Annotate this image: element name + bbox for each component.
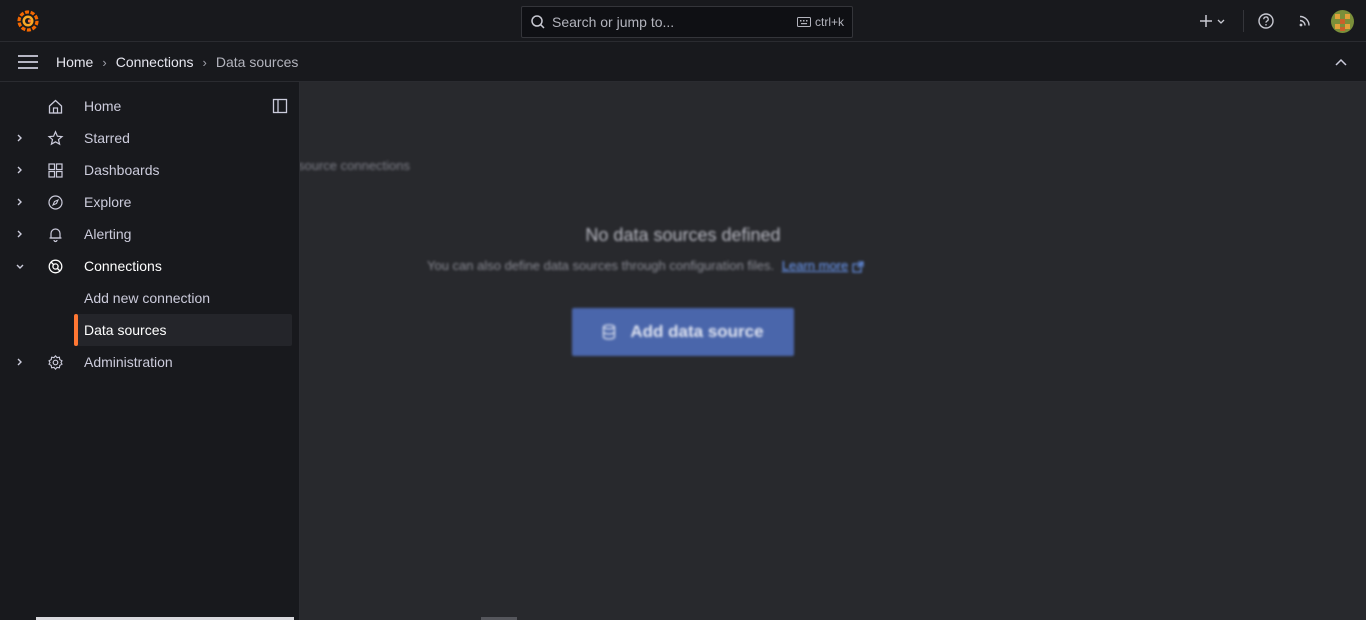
chevron-right-icon[interactable] — [14, 131, 26, 145]
empty-state-text: You can also define data sources through… — [427, 258, 864, 273]
empty-state-description: You can also define data sources through… — [427, 258, 775, 273]
user-avatar[interactable] — [1331, 10, 1354, 33]
new-dropdown-button[interactable] — [1197, 12, 1229, 30]
sidebar-item-label: Administration — [84, 354, 173, 370]
sidebar-item-label: Home — [84, 98, 122, 114]
sidebar-item-data-sources[interactable]: Data sources — [74, 314, 292, 346]
connections-icon — [47, 258, 64, 275]
chevron-down-icon[interactable] — [14, 259, 26, 273]
sidebar-item-starred[interactable]: Starred — [0, 122, 292, 154]
sidebar-item-label: Dashboards — [84, 162, 160, 178]
chevron-down-icon — [1217, 19, 1225, 24]
add-data-source-label: Add data source — [630, 322, 764, 341]
main-content: source connections No data sources defin… — [300, 82, 1366, 620]
sidebar-item-administration[interactable]: Administration — [0, 346, 292, 378]
breadcrumb-separator: › — [202, 54, 207, 70]
help-icon[interactable] — [1257, 12, 1275, 30]
chevron-up-icon[interactable] — [1333, 55, 1349, 71]
keyboard-shortcut: ctrl+k — [796, 15, 844, 29]
sidebar-item-label: Data sources — [84, 322, 167, 338]
sidebar-item-add-new-connection[interactable]: Add new connection — [0, 282, 292, 314]
sidebar-item-home[interactable]: Home — [0, 90, 292, 122]
cog-icon — [47, 354, 64, 371]
breadcrumb-bar: Home › Connections › Data sources — [0, 42, 1366, 82]
breadcrumb: Home › Connections › Data sources — [56, 54, 298, 70]
star-icon — [47, 130, 64, 147]
chevron-right-icon[interactable] — [14, 195, 26, 209]
sidebar-item-label: Add new connection — [84, 290, 211, 306]
breadcrumb-connections[interactable]: Connections — [116, 54, 194, 70]
empty-state-title: No data sources defined — [585, 225, 781, 245]
chevron-right-icon[interactable] — [14, 227, 26, 241]
plus-icon — [1200, 15, 1212, 27]
active-indicator — [74, 314, 78, 346]
home-icon — [47, 98, 64, 115]
sidebar-item-label: Alerting — [84, 226, 132, 242]
grafana-logo-icon[interactable] — [16, 9, 40, 33]
compass-icon — [47, 194, 64, 211]
toolbar-divider — [1243, 10, 1244, 32]
search-icon — [530, 14, 546, 30]
bell-icon — [47, 226, 64, 243]
menu-toggle-icon[interactable] — [17, 53, 39, 71]
sidebar-item-label: Explore — [84, 194, 132, 210]
page-subtitle: source connections — [300, 158, 411, 173]
breadcrumb-home[interactable]: Home — [56, 54, 93, 70]
top-bar: Search or jump to... ctrl+k — [0, 0, 1366, 42]
database-icon — [602, 324, 616, 340]
rss-news-icon[interactable] — [1296, 12, 1314, 30]
search-placeholder: Search or jump to... — [552, 14, 675, 30]
shortcut-label: ctrl+k — [814, 15, 844, 29]
chevron-right-icon[interactable] — [14, 163, 26, 177]
add-data-source-button[interactable]: Add data source — [572, 308, 794, 356]
learn-more-link[interactable]: Learn more — [782, 258, 848, 273]
keyboard-icon — [796, 17, 811, 27]
apps-icon — [47, 162, 64, 179]
search-bar[interactable]: Search or jump to... ctrl+k — [521, 6, 853, 38]
sidebar-item-label: Connections — [84, 258, 162, 274]
sidebar-item-label: Starred — [84, 130, 130, 146]
sidebar-item-alerting[interactable]: Alerting — [0, 218, 292, 250]
external-link-icon — [852, 261, 864, 273]
sidebar-item-explore[interactable]: Explore — [0, 186, 292, 218]
sidebar-item-dashboards[interactable]: Dashboards — [0, 154, 292, 186]
sidebar-item-connections[interactable]: Connections — [0, 250, 292, 282]
chevron-right-icon[interactable] — [14, 355, 26, 369]
nav-sidebar: Home Starred Dashboards Explore Alerting… — [0, 82, 300, 620]
breadcrumb-separator: › — [102, 54, 107, 70]
breadcrumb-current: Data sources — [215, 54, 299, 70]
